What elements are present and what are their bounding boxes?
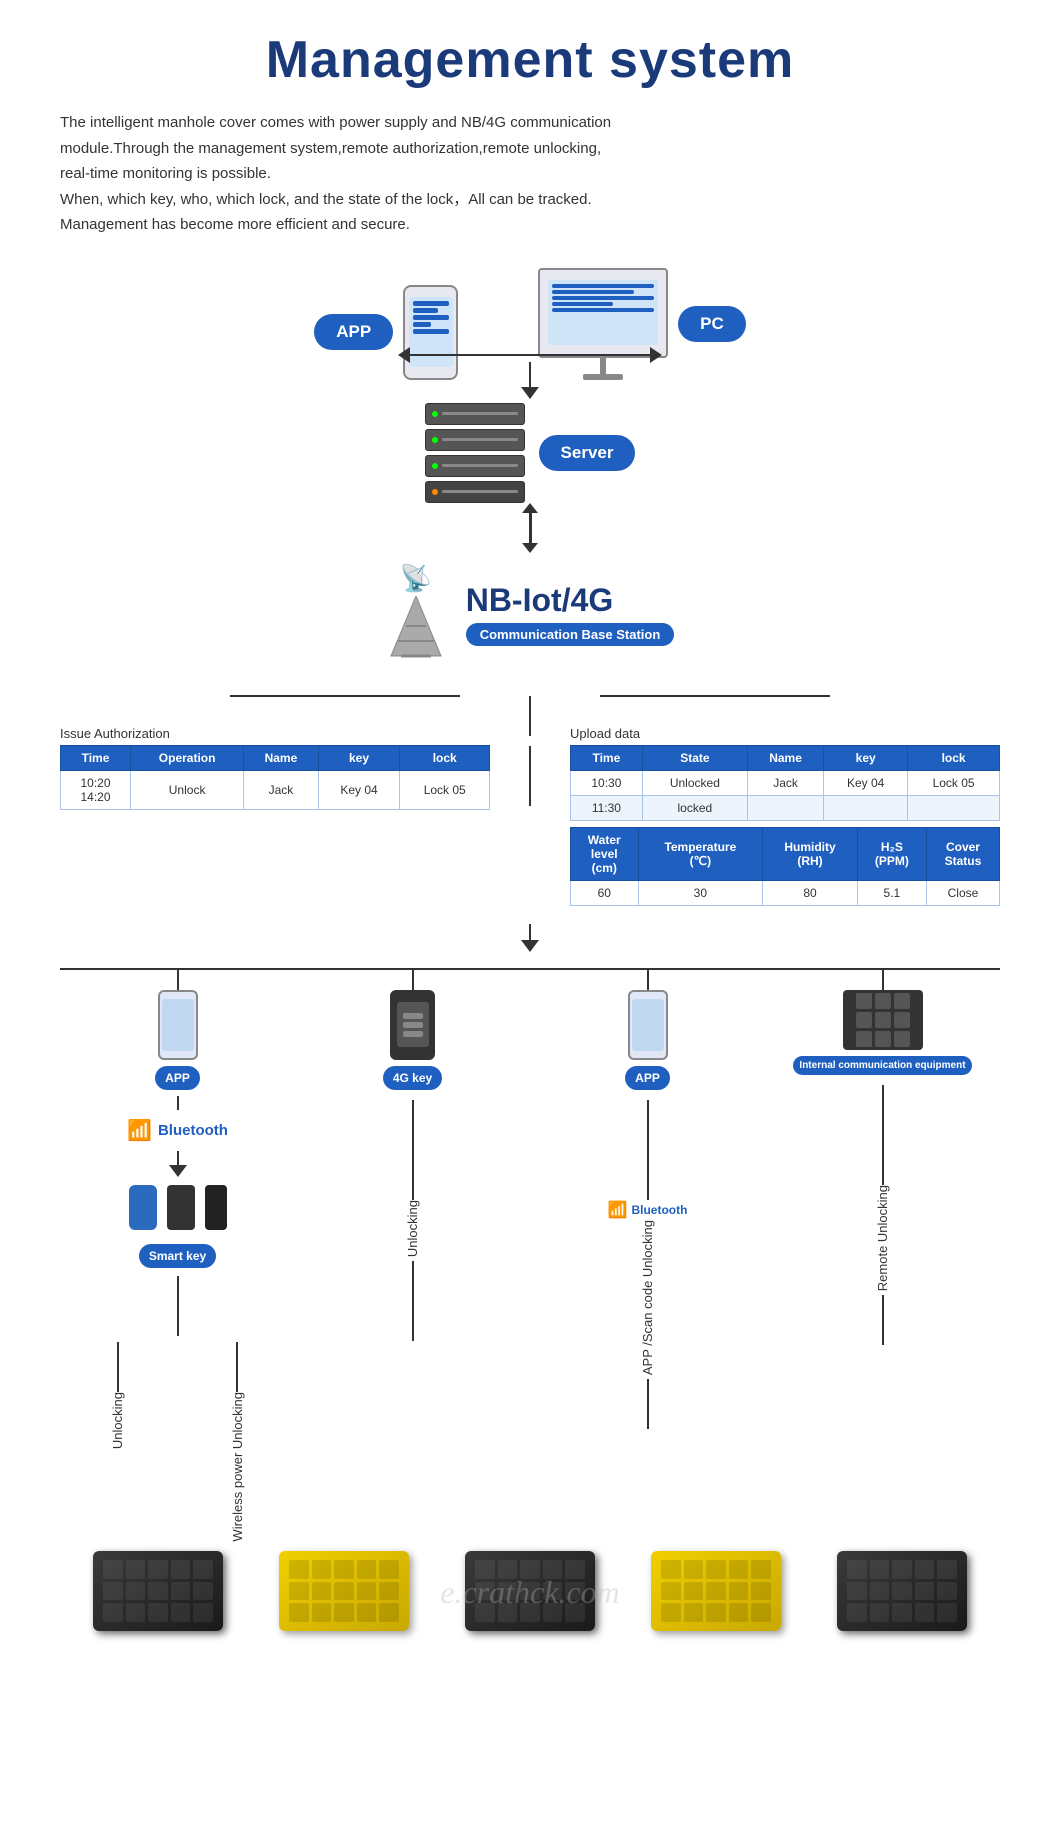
upload-data-label: Upload data bbox=[570, 726, 1000, 741]
table-row: 11:30 locked bbox=[571, 795, 1000, 820]
remote-unlocking-label: Remote Unlocking bbox=[875, 1185, 890, 1291]
bt-label-2: Bluetooth bbox=[631, 1203, 687, 1217]
wireless-unlocking-label: Wireless power Unlocking bbox=[230, 1392, 245, 1542]
app1-badge: APP bbox=[155, 1066, 200, 1090]
manhole-2 bbox=[256, 1551, 432, 1631]
upload-data-table1: Time State Name key lock 10:30 Unlocked … bbox=[570, 745, 1000, 821]
manhole-5 bbox=[814, 1551, 990, 1631]
page-title: Management system bbox=[60, 30, 1000, 90]
manhole-3 bbox=[442, 1551, 618, 1631]
bottom-section: APP 📶 Bluetooth Smart key bbox=[60, 968, 1000, 1632]
manhole-1 bbox=[70, 1551, 246, 1631]
bluetooth-section: 📶 Bluetooth bbox=[127, 1118, 228, 1143]
server-icon bbox=[425, 403, 525, 503]
key-fob-icon bbox=[129, 1185, 157, 1230]
bluetooth-icon: 📶 bbox=[127, 1118, 152, 1143]
smart-keys-row bbox=[129, 1185, 227, 1230]
pc-badge: PC bbox=[678, 306, 746, 342]
internal-badge: Internal communication equipment bbox=[793, 1056, 971, 1075]
table-row: 10:2014:20 Unlock Jack Key 04 Lock 05 bbox=[61, 770, 490, 809]
device-col-app2: APP 📶 Bluetooth APP /Scan code Unlocking bbox=[530, 970, 765, 1429]
small-phone-1 bbox=[158, 990, 198, 1060]
issue-auth-table: Time Operation Name key lock 10:2014:20 … bbox=[60, 745, 490, 810]
unlocking-label-1: Unlocking bbox=[110, 1392, 125, 1449]
arrow-down-1 bbox=[169, 1165, 187, 1177]
table-row: 10:30 Unlocked Jack Key 04 Lock 05 bbox=[571, 770, 1000, 795]
internal-device-icon bbox=[843, 990, 923, 1050]
app3-badge: APP bbox=[625, 1066, 670, 1090]
tower-icon: 📡 bbox=[386, 563, 446, 666]
comm-base-badge: Communication Base Station bbox=[466, 623, 675, 646]
upload-data-table2: Waterlevel(cm) Temperature(℃) Humidity(R… bbox=[570, 827, 1000, 906]
col-time-issue: Time bbox=[61, 745, 131, 770]
issue-auth-table-section: Issue Authorization Time Operation Name … bbox=[60, 726, 490, 906]
col-operation: Operation bbox=[130, 745, 243, 770]
tables-row: Issue Authorization Time Operation Name … bbox=[60, 726, 1000, 906]
device-col-internal: Internal communication equipment Remote … bbox=[765, 970, 1000, 1345]
issue-auth-label: Issue Authorization bbox=[60, 726, 490, 741]
app-scan-label: APP /Scan code Unlocking bbox=[640, 1220, 655, 1375]
device-col-4gkey: 4G key Unlocking bbox=[295, 970, 530, 1341]
updown-arrow bbox=[522, 503, 538, 553]
upload-data-table-section: Upload data Time State Name key lock bbox=[570, 726, 1000, 906]
description-block: The intelligent manhole cover comes with… bbox=[60, 110, 1000, 238]
table-row: 60 30 80 5.1 Close bbox=[571, 880, 1000, 905]
manhole-4 bbox=[628, 1551, 804, 1631]
nb-iot-section: 📡 NB-Iot/4G Communication Base Station bbox=[386, 563, 675, 666]
col-name-issue: Name bbox=[244, 745, 318, 770]
key-card-icon bbox=[167, 1185, 195, 1230]
nb-iot-label: NB-Iot/4G bbox=[466, 582, 675, 619]
bluetooth-label: Bluetooth bbox=[158, 1122, 228, 1139]
device-col-app1: APP 📶 Bluetooth Smart key bbox=[60, 970, 295, 1542]
small-phone-2 bbox=[628, 990, 668, 1060]
smart-key-badge: Smart key bbox=[139, 1244, 216, 1268]
col-lock-issue: lock bbox=[400, 745, 490, 770]
key-card2-icon bbox=[205, 1185, 227, 1230]
server-badge: Server bbox=[539, 435, 636, 471]
unlocking-label-2: Unlocking bbox=[405, 1200, 420, 1257]
4g-key-device bbox=[390, 990, 435, 1060]
diagram-section: APP bbox=[60, 268, 1000, 952]
4gkey-badge: 4G key bbox=[383, 1066, 442, 1090]
col-key-issue: key bbox=[318, 745, 400, 770]
